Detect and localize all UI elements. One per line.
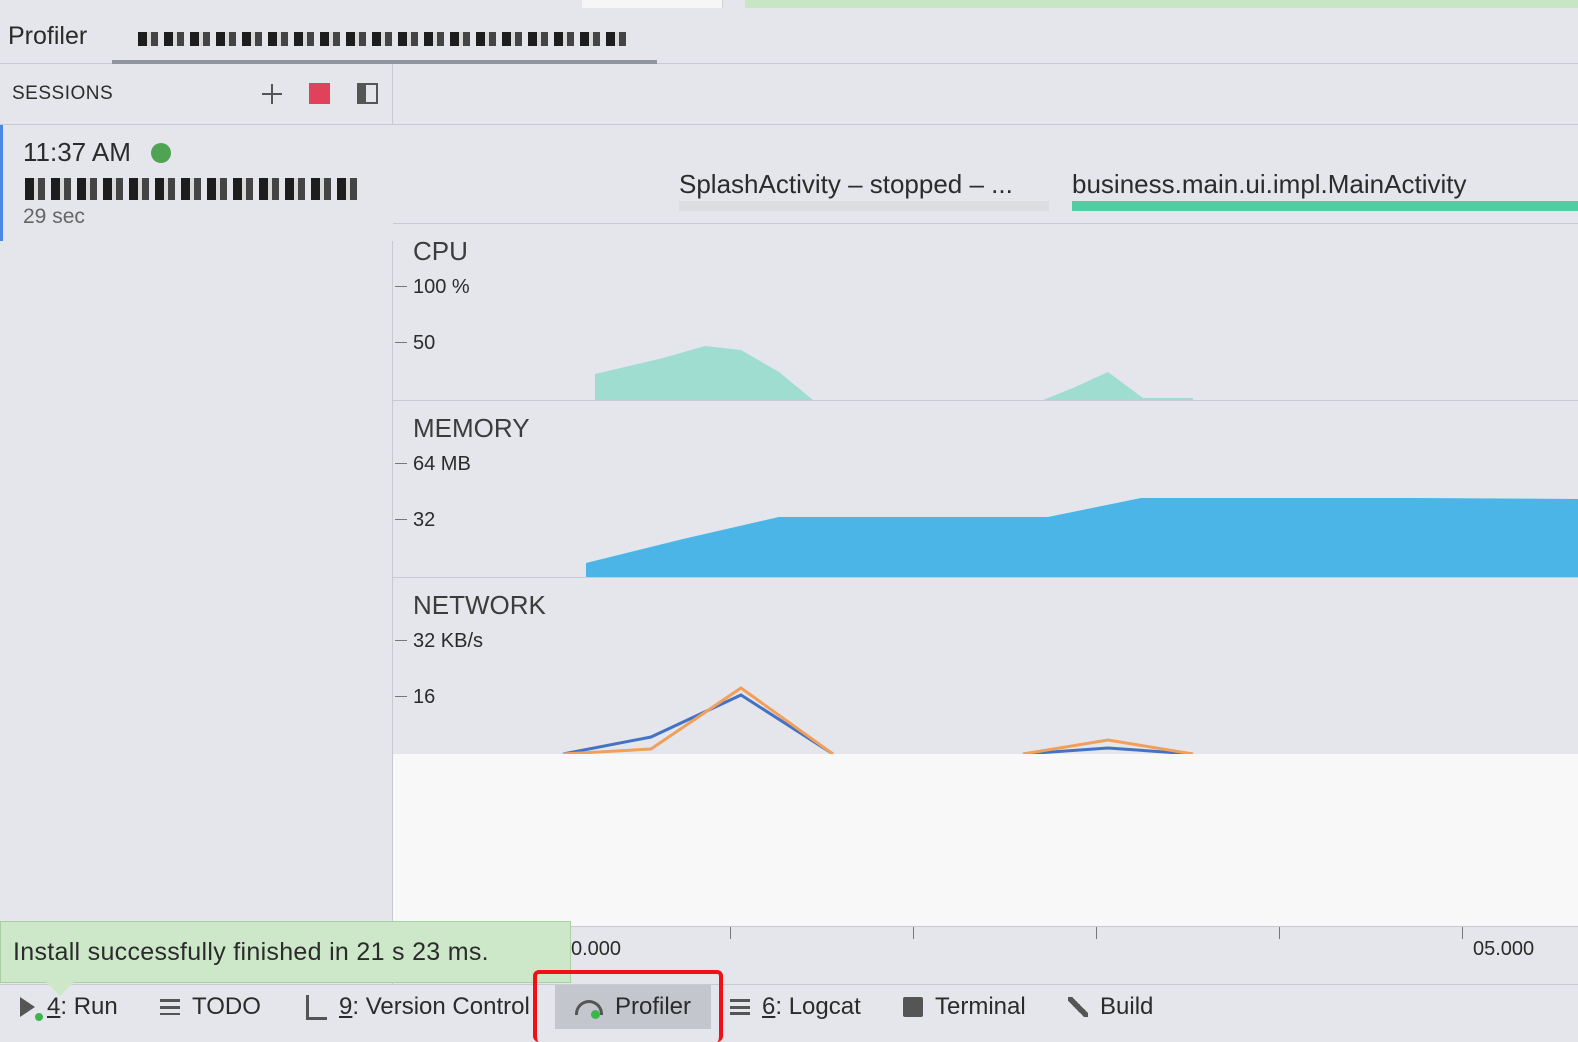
tool-window-bar: 4: Run TODO 9: Version Control Profiler …	[0, 984, 1578, 1042]
tool-run-prefix: 4	[47, 993, 61, 1020]
axis-tick	[730, 927, 731, 939]
session-duration: 29 sec	[23, 205, 85, 228]
tool-vc-prefix: 9	[339, 993, 353, 1020]
tool-build-label: Build	[1100, 993, 1154, 1020]
tool-todo-button[interactable]: TODO	[160, 985, 261, 1029]
cpu-chart	[595, 346, 1193, 400]
install-notification[interactable]: Install successfully finished in 21 s 23…	[0, 921, 571, 983]
redacted-process-name	[138, 32, 628, 46]
memory-area	[586, 498, 1578, 577]
activity-splash-bar	[679, 201, 1049, 211]
session-item[interactable]: 11:37 AM 29 sec	[0, 125, 395, 241]
profiler-main: SplashActivity – stopped – ... business.…	[393, 64, 1578, 984]
sessions-panel: SESSIONS 11:37 AM 29 sec	[0, 64, 395, 984]
session-time: 11:37 AM	[23, 137, 131, 167]
profiler-title: Profiler	[8, 22, 88, 50]
stop-session-icon[interactable]	[309, 83, 330, 104]
memory-chart	[586, 498, 1578, 577]
axis-tick	[1279, 927, 1280, 939]
add-session-icon[interactable]	[260, 82, 284, 106]
tool-logcat-prefix: 6	[762, 993, 776, 1020]
tool-vc-label: : Version Control	[352, 993, 530, 1020]
timeline-empty-area	[393, 754, 1578, 926]
network-received-line	[562, 686, 834, 754]
activity-main-bar	[1072, 201, 1578, 211]
highlight-annotation-box	[533, 970, 723, 1042]
tool-logcat-button[interactable]: 6: Logcat	[730, 985, 861, 1029]
axis-tick	[1096, 927, 1097, 939]
axis-label-end: 05.000	[1473, 938, 1535, 960]
editor-tab-fragment	[582, 0, 723, 8]
terminal-icon	[903, 997, 923, 1017]
tool-terminal-button[interactable]: Terminal	[903, 985, 1026, 1029]
tool-version-control-button[interactable]: 9: Version Control	[306, 985, 530, 1029]
hammer-icon	[1068, 997, 1088, 1017]
cpu-monitor[interactable]: CPU 100 % 50	[393, 224, 1578, 401]
tool-todo-label: TODO	[192, 993, 261, 1020]
profiler-window: Profiler SESSIONS 11:37 AM 29 sec Splash…	[0, 0, 1578, 1042]
sessions-header: SESSIONS	[0, 64, 392, 125]
process-selector-tab[interactable]	[112, 16, 657, 64]
editor-highlight-fragment	[745, 0, 1578, 8]
activity-lifecycle-row: SplashActivity – stopped – ... business.…	[393, 125, 1578, 224]
tool-run-label: : Run	[60, 993, 118, 1020]
sessions-label: SESSIONS	[12, 83, 114, 104]
install-notification-text: Install successfully finished in 21 s 23…	[13, 938, 489, 966]
network-monitor[interactable]: NETWORK 32 KB/s 16	[393, 578, 1578, 755]
tool-logcat-label: : Logcat	[775, 993, 861, 1020]
axis-tick	[913, 927, 914, 939]
logcat-icon	[730, 999, 750, 1015]
main-header-strip	[393, 64, 1578, 125]
axis-tick	[1462, 927, 1463, 939]
redacted-session-name	[25, 178, 363, 200]
tool-build-button[interactable]: Build	[1068, 985, 1153, 1029]
axis-label-start: 0.000	[571, 938, 622, 960]
run-icon	[20, 997, 43, 1021]
notification-pointer	[44, 980, 76, 996]
session-live-indicator	[151, 143, 171, 163]
network-chart	[562, 686, 1194, 754]
collapse-panel-icon[interactable]	[357, 83, 378, 104]
tool-terminal-label: Terminal	[935, 993, 1026, 1020]
cpu-area-2	[1043, 372, 1193, 400]
profiler-title-bar: Profiler	[0, 10, 1578, 64]
list-icon	[160, 999, 180, 1015]
memory-monitor[interactable]: MEMORY 64 MB 32	[393, 401, 1578, 578]
activity-main[interactable]: business.main.ui.impl.MainActivity	[1072, 169, 1466, 200]
version-control-icon	[306, 994, 327, 1020]
cpu-area	[595, 346, 813, 400]
activity-splash[interactable]: SplashActivity – stopped – ...	[679, 169, 1013, 200]
